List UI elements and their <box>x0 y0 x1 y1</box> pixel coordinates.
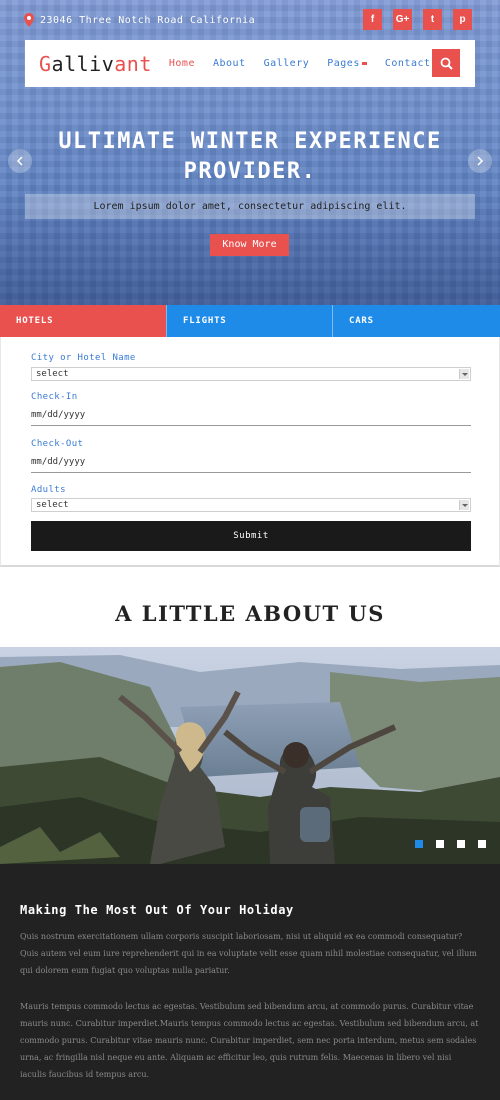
submit-button[interactable]: Submit <box>31 521 471 551</box>
hero-title: ULTIMATE WINTER EXPERIENCE PROVIDER. <box>0 127 500 187</box>
google-plus-icon[interactable]: G+ <box>393 9 412 30</box>
select-arrow-icon <box>459 369 469 379</box>
nav-item-gallery[interactable]: Gallery <box>264 58 310 69</box>
pinterest-icon[interactable]: p <box>453 9 472 30</box>
about-heading: Making The Most Out Of Your Holiday <box>20 903 294 917</box>
social-links: f G+ t p <box>363 9 472 30</box>
nav-item-pages[interactable]: Pages <box>327 58 367 69</box>
nav-menu: Home About Gallery Pages Contact <box>169 58 431 69</box>
main-navbar: Gallivant Home About Gallery Pages Conta… <box>25 40 475 87</box>
slider-dot-1[interactable] <box>415 840 423 848</box>
checkin-input[interactable]: mm/dd/yyyy <box>31 404 471 426</box>
city-label: City or Hotel Name <box>31 353 136 363</box>
tab-hotels[interactable]: HOTELS <box>0 305 166 337</box>
about-section-title: A LITTLE ABOUT US <box>115 601 385 626</box>
slider-dot-4[interactable] <box>478 840 486 848</box>
adults-label: Adults <box>31 485 66 495</box>
search-button[interactable] <box>432 49 460 77</box>
logo-text-accent: ant <box>114 51 152 76</box>
nav-item-pages-label: Pages <box>327 58 360 69</box>
city-select-value: select <box>36 369 69 379</box>
know-more-button[interactable]: Know More <box>210 234 289 256</box>
slider-dot-3[interactable] <box>457 840 465 848</box>
slider-dots <box>415 840 486 848</box>
site-logo[interactable]: Gallivant <box>39 52 152 76</box>
adults-select[interactable]: select <box>31 498 471 512</box>
facebook-icon[interactable]: f <box>363 9 382 30</box>
about-text-section: Making The Most Out Of Your Holiday Quis… <box>0 864 500 1100</box>
topbar: 23046 Three Notch Road California <box>24 10 255 30</box>
tab-cars[interactable]: CARS <box>332 305 500 337</box>
adults-select-value: select <box>36 500 69 510</box>
booking-tabs: HOTELS FLIGHTS CARS <box>0 305 500 337</box>
dropdown-caret-icon <box>361 61 367 65</box>
hero-title-line-1: ULTIMATE WINTER EXPERIENCE <box>58 129 442 154</box>
about-paragraph-2: Mauris tempus commodo lectus ac egestas.… <box>20 1002 479 1079</box>
nav-item-contact[interactable]: Contact <box>385 58 431 69</box>
about-slider-image <box>0 647 500 864</box>
search-icon <box>440 57 453 70</box>
address-text: 23046 Three Notch Road California <box>40 14 256 26</box>
logo-letter-g: G <box>39 51 52 76</box>
hero-banner: 23046 Three Notch Road California f G+ t… <box>0 0 500 305</box>
checkout-label: Check-Out <box>31 439 84 449</box>
city-select[interactable]: select <box>31 367 471 381</box>
map-pin-icon <box>24 13 34 27</box>
nav-item-about[interactable]: About <box>213 58 246 69</box>
booking-form: City or Hotel Name select Check-In mm/dd… <box>0 337 500 567</box>
tab-flights[interactable]: FLIGHTS <box>166 305 332 337</box>
twitter-icon[interactable]: t <box>423 9 442 30</box>
two-travelers-mountain-photo <box>0 647 500 864</box>
nav-item-home[interactable]: Home <box>169 58 195 69</box>
hero-subtitle: Lorem ipsum dolor amet, consectetur adip… <box>25 194 475 219</box>
checkout-input[interactable]: mm/dd/yyyy <box>31 451 471 473</box>
slider-dot-2[interactable] <box>436 840 444 848</box>
logo-text: alliv <box>51 51 115 76</box>
select-arrow-icon <box>459 500 469 510</box>
checkin-label: Check-In <box>31 392 78 402</box>
hero-title-line-2: PROVIDER. <box>183 159 317 184</box>
about-paragraph-1: Quis nostrum exercitationem ullam corpor… <box>20 932 477 975</box>
